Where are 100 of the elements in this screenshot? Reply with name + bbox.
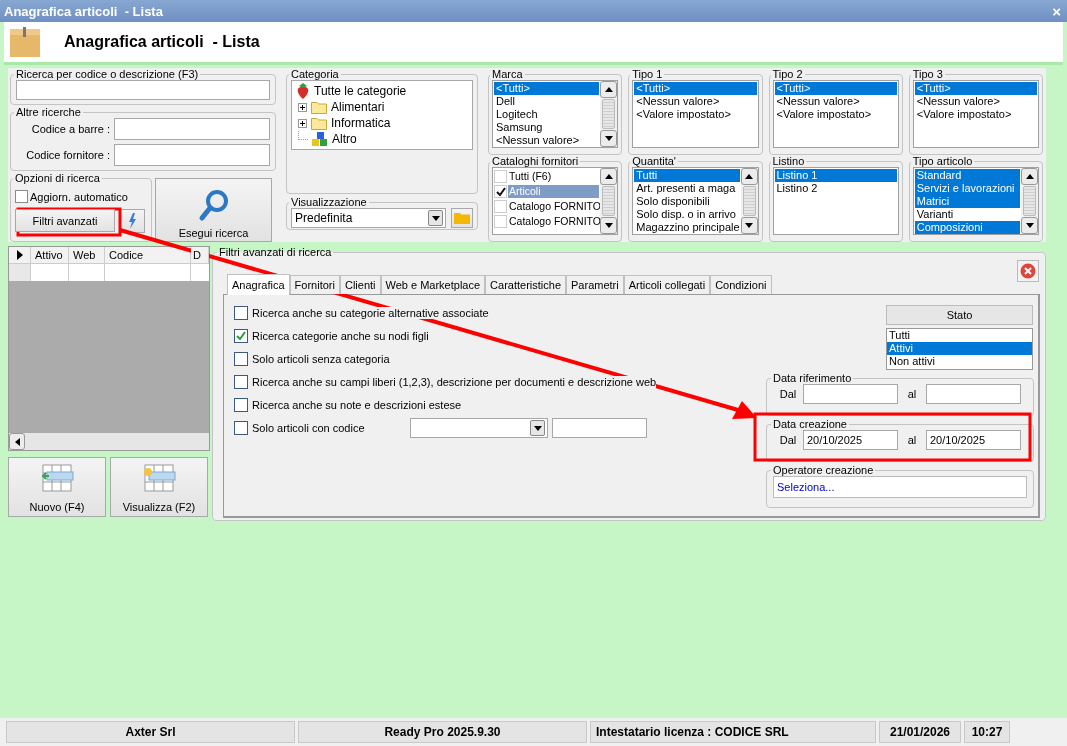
status-cell: 21/01/2026: [879, 721, 961, 743]
list-item[interactable]: Non attivi: [887, 355, 1032, 368]
list-item[interactable]: Solo disponibili: [634, 195, 740, 208]
checkbox[interactable]: [494, 185, 507, 198]
input-field[interactable]: [552, 418, 647, 438]
list-item[interactable]: Servizi e lavorazioni: [914, 182, 1020, 195]
list-item[interactable]: Logitech: [494, 108, 600, 121]
checkbox[interactable]: [234, 352, 248, 366]
checkbox-label: Solo articoli senza categoria: [252, 353, 390, 365]
scrollbar[interactable]: [1021, 168, 1038, 234]
tab[interactable]: Articoli collegati: [623, 275, 711, 294]
tree-item[interactable]: Altro: [332, 132, 357, 146]
list-item[interactable]: Listino 2: [774, 182, 897, 195]
list-item[interactable]: <Tutti>: [634, 82, 757, 95]
list-item[interactable]: Listino 1: [774, 169, 897, 182]
tree-item[interactable]: Alimentari: [331, 100, 385, 114]
operator-field[interactable]: Seleziona...: [773, 476, 1027, 498]
group-title: Cataloghi fornitori: [491, 155, 580, 167]
tab[interactable]: Anagrafica: [227, 274, 290, 295]
group-title: Data creazione: [772, 418, 848, 430]
checkbox[interactable]: [234, 421, 248, 435]
status-cell: 10:27: [964, 721, 1010, 743]
group-title: Altre ricerche: [15, 106, 82, 118]
list-item[interactable]: <Nessun valore>: [774, 95, 897, 108]
list-item[interactable]: Solo disp. o in arrivo: [634, 208, 740, 221]
checkbox[interactable]: [234, 398, 248, 412]
column-header[interactable]: Web: [69, 247, 105, 264]
date-field[interactable]: [926, 384, 1021, 404]
dropdown[interactable]: [410, 418, 548, 438]
tree-item[interactable]: Tutte le categorie: [314, 84, 407, 98]
list-item[interactable]: <Tutti>: [774, 82, 897, 95]
input-field[interactable]: [114, 118, 270, 140]
expander-icon[interactable]: [298, 102, 307, 112]
group-title: Opzioni di ricerca: [14, 172, 101, 184]
close-button[interactable]: [1017, 260, 1039, 282]
tree-item[interactable]: Informatica: [331, 116, 391, 130]
date-field[interactable]: [803, 384, 898, 404]
list-item[interactable]: <Valore impostato>: [634, 108, 757, 121]
tab[interactable]: Clienti: [339, 275, 381, 294]
date-field[interactable]: 20/10/2025: [926, 430, 1021, 450]
list-item[interactable]: Tutti: [887, 329, 1032, 342]
checkbox[interactable]: [234, 329, 248, 343]
list-item[interactable]: Varianti: [914, 208, 1020, 221]
folder-button[interactable]: [451, 208, 473, 228]
list-item[interactable]: <Nessun valore>: [914, 95, 1037, 108]
column-header: Stato: [886, 305, 1033, 325]
table-icon: [141, 463, 177, 493]
tab[interactable]: Caratteristiche: [485, 275, 566, 294]
group-title: Data riferimento: [772, 372, 853, 384]
checkbox[interactable]: [234, 306, 248, 320]
run-search-button[interactable]: Esegui ricerca: [155, 178, 272, 242]
column-header[interactable]: Codice: [105, 247, 191, 264]
list-item[interactable]: <Valore impostato>: [914, 108, 1037, 121]
checkbox-label: Ricerca anche su categorie alternative associate: [252, 307, 489, 319]
list-item[interactable]: <Nessun valore>: [634, 95, 757, 108]
column-header[interactable]: Attivo: [31, 247, 69, 264]
scrollbar[interactable]: [600, 168, 618, 234]
group-title: Marca: [491, 68, 524, 80]
folder-icon: [311, 116, 327, 130]
checkbox[interactable]: [234, 375, 248, 389]
page-title: Anagrafica articoli - Lista: [64, 33, 260, 51]
list-item[interactable]: Magazzino principale: [634, 221, 740, 234]
toolbar-button[interactable]: Nuovo (F4): [8, 457, 106, 517]
tab[interactable]: Fornitori: [289, 275, 340, 294]
scrollbar[interactable]: [740, 168, 758, 234]
tab[interactable]: Condizioni: [710, 275, 772, 294]
input-field[interactable]: [114, 144, 270, 166]
folder-icon: [311, 100, 327, 114]
status-cell: Ready Pro 2025.9.30: [298, 721, 587, 743]
list-item[interactable]: Dell: [494, 95, 600, 108]
toolbar-button[interactable]: Visualizza (F2): [110, 457, 208, 517]
expander-icon[interactable]: [298, 118, 307, 128]
tab[interactable]: Parametri: [566, 275, 624, 294]
list-item[interactable]: Standard: [914, 169, 1020, 182]
date-field[interactable]: 20/10/2025: [803, 430, 898, 450]
list-item[interactable]: Tutti (F6): [494, 169, 600, 184]
field-label: Dal: [778, 388, 798, 400]
checkbox[interactable]: [15, 190, 28, 203]
list-item[interactable]: <Tutti>: [494, 82, 600, 95]
list-item[interactable]: <Valore impostato>: [774, 108, 897, 121]
search-field[interactable]: [16, 80, 270, 100]
list-item[interactable]: <Nessun valore>: [494, 134, 600, 147]
scrollbar[interactable]: [9, 433, 209, 450]
box-icon: [10, 27, 40, 57]
list-item[interactable]: <Tutti>: [914, 82, 1037, 95]
tab[interactable]: Web e Marketplace: [380, 275, 486, 294]
group-title: Listino: [771, 155, 806, 167]
list-item[interactable]: Tutti: [634, 169, 740, 182]
list-item[interactable]: Composizioni: [914, 221, 1020, 234]
list-item[interactable]: Matrici: [914, 195, 1020, 208]
list-item[interactable]: Attivi: [887, 342, 1032, 355]
list-item[interactable]: Art. presenti a maga: [634, 182, 740, 195]
list-item[interactable]: Catalogo FORNITO: [494, 214, 600, 229]
group-title: Tipo 3: [911, 68, 944, 80]
list-item[interactable]: Catalogo FORNITO: [494, 199, 600, 214]
list-item[interactable]: Samsung: [494, 121, 600, 134]
column-header[interactable]: D: [191, 247, 209, 264]
scrollbar[interactable]: [600, 81, 618, 147]
view-dropdown[interactable]: Predefinita: [291, 208, 446, 228]
advanced-filters-button[interactable]: Filtri avanzati: [15, 209, 115, 232]
